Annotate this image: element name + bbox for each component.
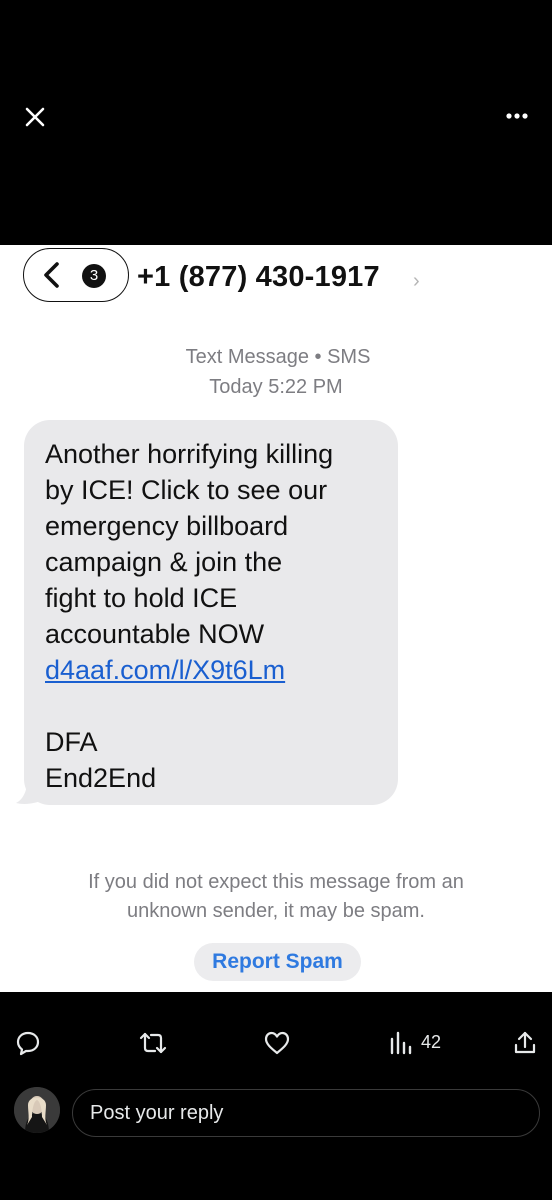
reply-composer: Post your reply: [0, 1072, 552, 1200]
reply-input[interactable]: Post your reply: [72, 1089, 540, 1137]
spam-warning-line: unknown sender, it may be spam.: [127, 900, 425, 922]
contact-name: +1 (877) 430-1917: [137, 261, 380, 293]
reply-button[interactable]: [15, 1030, 41, 1056]
views-count: 42: [421, 1032, 442, 1052]
message-timestamp: Today 5:22 PM: [209, 376, 343, 398]
chevron-left-icon: [44, 262, 59, 288]
message-line: emergency billboard: [45, 511, 289, 541]
message-line: Another horrifying killing: [45, 439, 334, 469]
message-link: d4aaf.com/l/X9t6Lm: [45, 655, 286, 685]
spam-warning-line: If you did not expect this message from …: [88, 871, 464, 893]
unread-count-badge: 3: [82, 264, 106, 288]
message-signature: DFA: [45, 727, 98, 757]
message-signature: End2End: [45, 763, 157, 793]
more-horizontal-icon: [506, 113, 528, 119]
chevron-right-icon: ›: [413, 270, 420, 292]
message-line: campaign & join the: [45, 547, 283, 577]
like-button[interactable]: [263, 1030, 291, 1056]
report-spam-button: Report Spam: [194, 943, 361, 981]
like-icon: [264, 1031, 290, 1055]
message-bubble: Another horrifying killing by ICE! Click…: [24, 420, 398, 805]
message-line: by ICE! Click to see our: [45, 475, 328, 505]
close-button[interactable]: [22, 104, 48, 130]
post-action-bar: 42: [0, 992, 552, 1072]
spam-warning: If you did not expect this message from …: [20, 868, 532, 926]
share-button[interactable]: [512, 1030, 538, 1056]
viewer-top-bar: [0, 0, 552, 245]
reply-icon: [16, 1031, 40, 1056]
views-button[interactable]: [388, 1030, 414, 1056]
close-icon: [25, 107, 45, 127]
repost-icon: [139, 1032, 167, 1054]
message-line: accountable NOW: [45, 619, 265, 649]
screenshot-image: 3 +1 (877) 430-1917 › Text Message • SMS…: [0, 245, 552, 992]
views-icon: [390, 1031, 412, 1055]
repost-button[interactable]: [138, 1030, 168, 1056]
message-line: fight to hold ICE: [45, 583, 238, 613]
user-avatar-icon: [14, 1087, 60, 1133]
more-options-button[interactable]: [502, 104, 532, 128]
share-icon: [514, 1031, 536, 1054]
back-button: 3: [23, 248, 129, 302]
message-type-label: Text Message • SMS: [185, 346, 371, 368]
avatar[interactable]: [14, 1087, 60, 1133]
